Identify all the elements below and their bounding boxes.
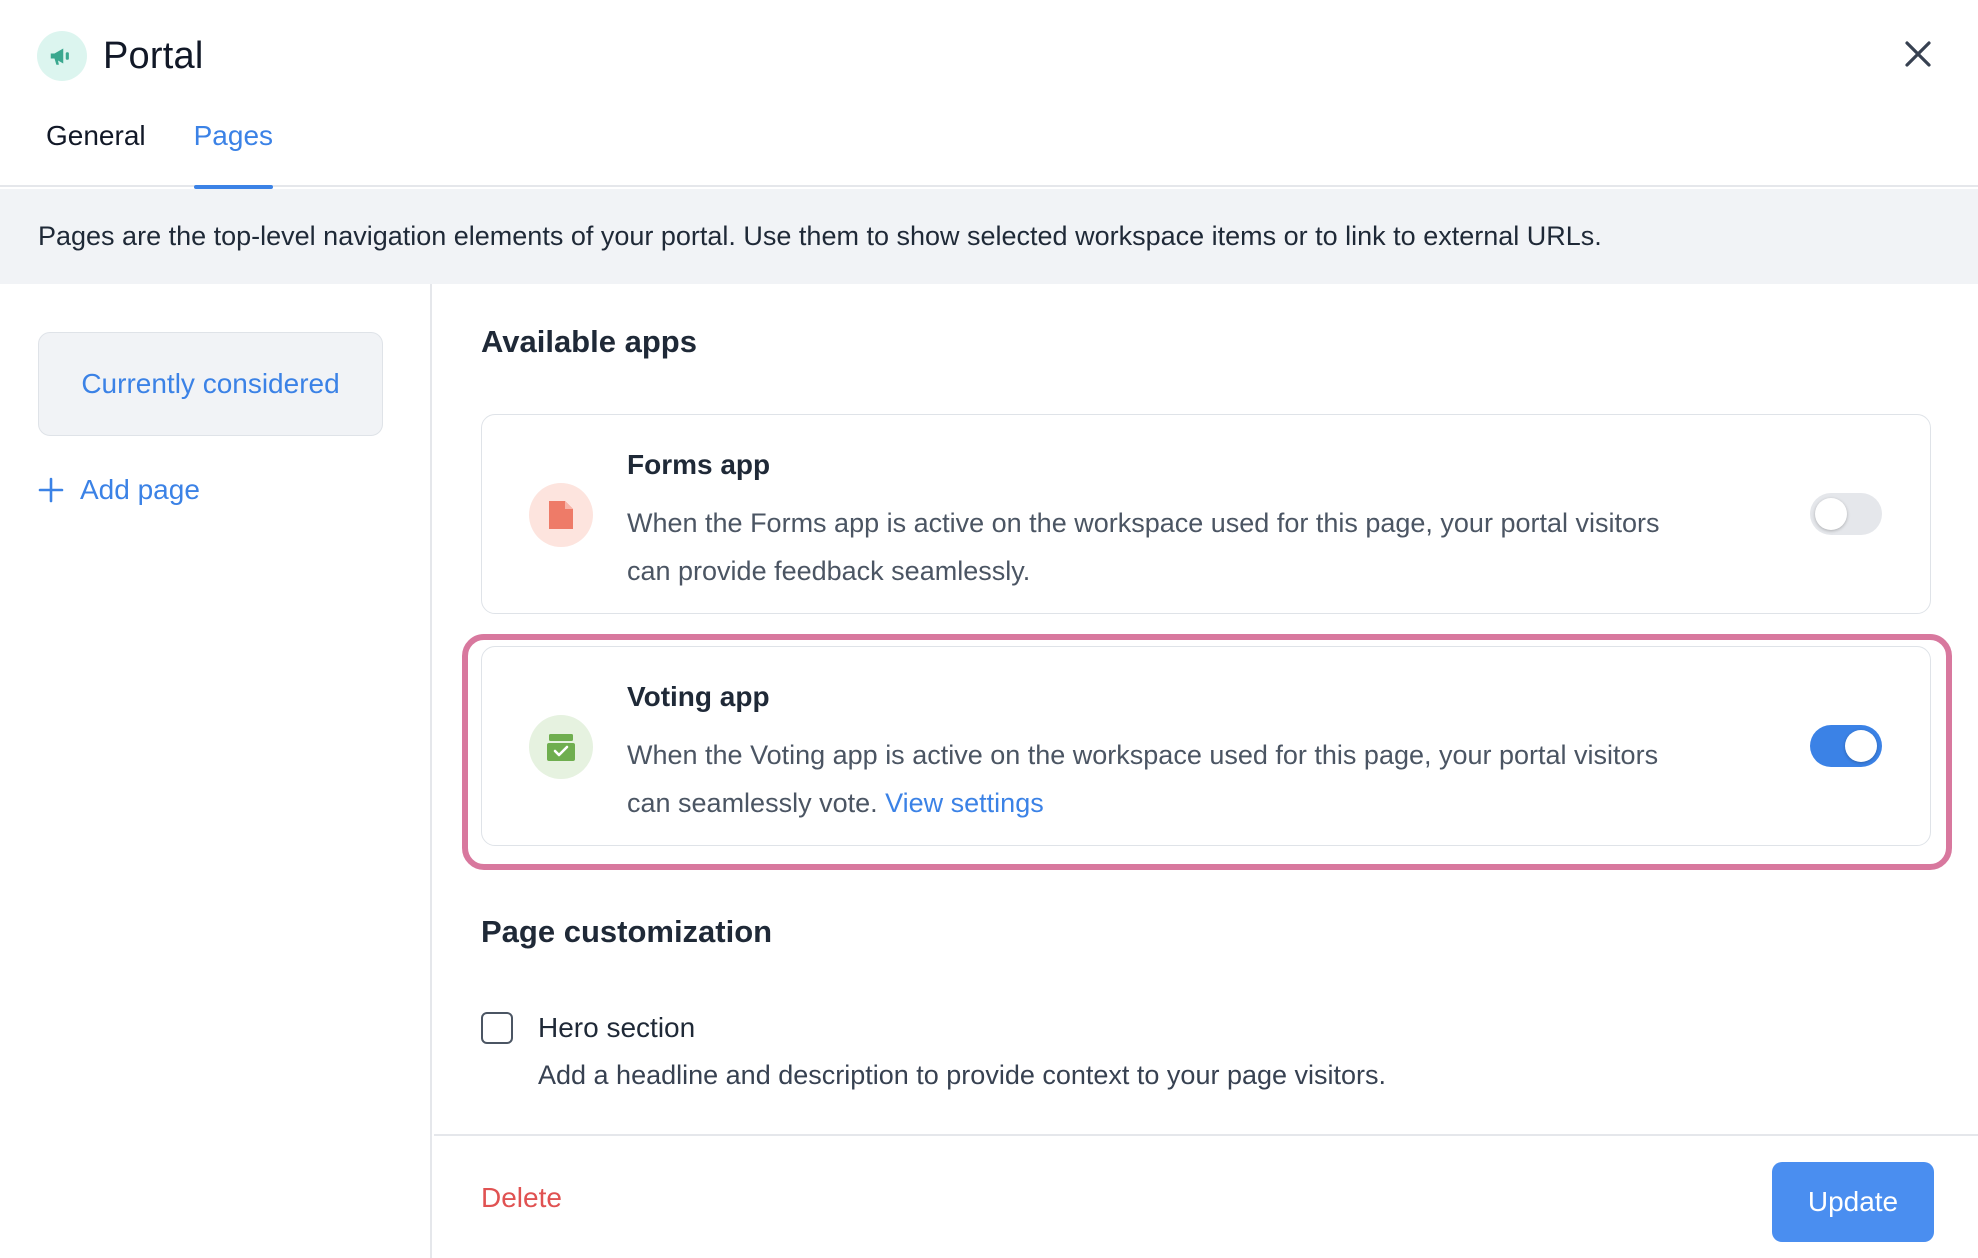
voting-app-name: Voting app: [627, 681, 770, 712]
view-settings-link[interactable]: View settings: [885, 788, 1044, 818]
add-page-label: Add page: [80, 474, 200, 505]
main-content: Available apps Forms app When the Forms …: [434, 284, 1978, 1134]
page-customization-heading: Page customization: [481, 914, 773, 949]
forms-app-name: Forms app: [627, 449, 771, 480]
page-title: Portal: [103, 34, 204, 77]
tab-general[interactable]: General: [46, 116, 146, 187]
close-icon[interactable]: [1903, 39, 1933, 69]
voting-app-description-text: When the Voting app is active on the wor…: [627, 740, 1659, 818]
tab-pages[interactable]: Pages: [193, 116, 274, 189]
pages-sidebar: Currently considered Add page: [0, 284, 432, 1258]
tab-bar: General Pages: [46, 116, 274, 189]
close-button[interactable]: [1898, 34, 1938, 74]
delete-button[interactable]: Delete: [481, 1182, 562, 1214]
hero-section-description: Add a headline and description to provid…: [538, 1060, 1387, 1090]
available-apps-heading: Available apps: [481, 324, 697, 359]
plus-icon: [38, 477, 64, 503]
forms-app-toggle[interactable]: [1810, 493, 1882, 535]
megaphone-icon: [37, 31, 87, 81]
toggle-knob: [1815, 498, 1847, 530]
info-banner: Pages are the top-level navigation eleme…: [0, 189, 1978, 284]
modal-header: Portal General Pages: [0, 0, 1978, 189]
forms-app-card: Forms app When the Forms app is active o…: [481, 414, 1931, 614]
voting-app-description: When the Voting app is active on the wor…: [627, 731, 1667, 827]
toggle-knob: [1845, 730, 1877, 762]
hero-section-label[interactable]: Hero section: [538, 1012, 695, 1044]
voting-app-card: Voting app When the Voting app is active…: [481, 646, 1931, 846]
document-icon: [529, 483, 593, 547]
ballot-box-icon: [529, 715, 593, 779]
hero-section-checkbox[interactable]: [481, 1012, 513, 1044]
sidebar-item-currently-considered[interactable]: Currently considered: [38, 332, 383, 436]
update-button[interactable]: Update: [1772, 1162, 1934, 1242]
modal-footer: Delete Update: [434, 1134, 1978, 1258]
voting-app-toggle[interactable]: [1810, 725, 1882, 767]
title-row: Portal: [37, 30, 203, 82]
forms-app-description: When the Forms app is active on the work…: [627, 508, 1660, 586]
add-page-button[interactable]: Add page: [38, 474, 200, 506]
